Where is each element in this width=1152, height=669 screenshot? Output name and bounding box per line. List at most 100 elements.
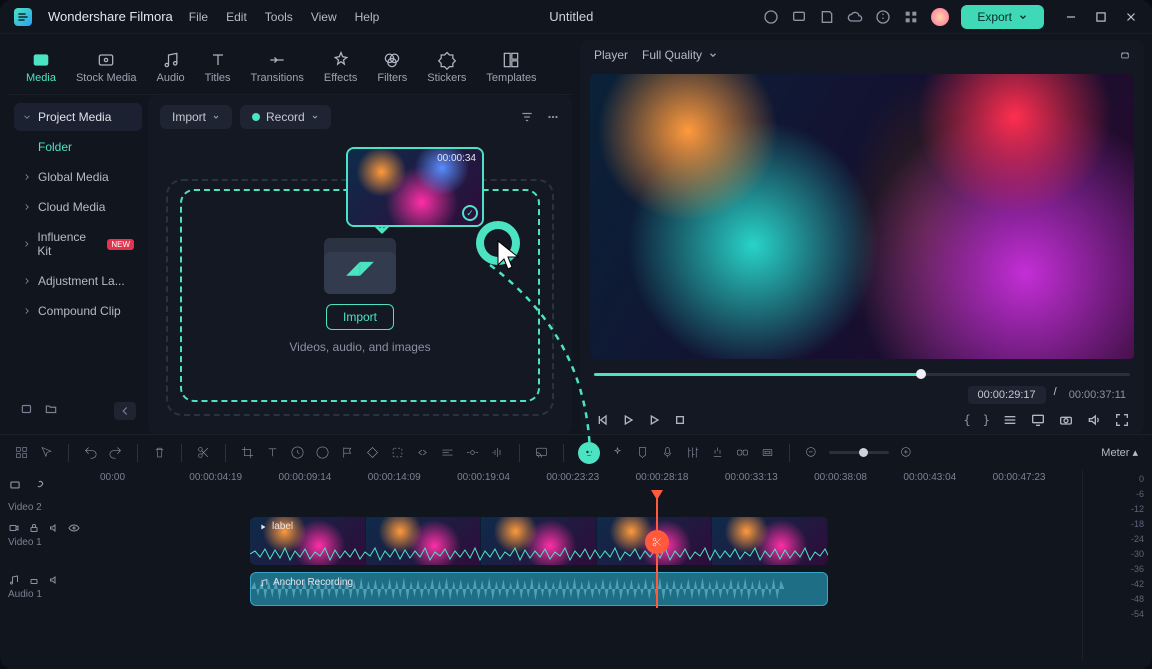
track-video2[interactable]	[100, 492, 1082, 512]
cloud-icon[interactable]	[847, 9, 863, 25]
sidebar-folder[interactable]: Folder	[14, 133, 142, 161]
history-icon[interactable]	[20, 402, 34, 420]
tab-media[interactable]: Media	[16, 44, 66, 90]
more-icon[interactable]	[546, 110, 560, 124]
visibility-icon[interactable]	[68, 522, 80, 534]
fullscreen-icon[interactable]	[1114, 412, 1130, 428]
camera-icon[interactable]	[1058, 412, 1074, 428]
timeline-ruler[interactable]: 00:00 00:00:04:19 00:00:09:14 00:00:14:0…	[100, 470, 1082, 492]
undo-icon[interactable]	[83, 445, 98, 460]
menu-tools[interactable]: Tools	[265, 10, 293, 24]
align-icon[interactable]	[440, 445, 455, 460]
sidebar-global-media[interactable]: Global Media	[14, 163, 142, 191]
maximize-icon[interactable]	[1094, 10, 1108, 24]
cut-handle[interactable]	[645, 530, 669, 554]
snapshot-icon[interactable]	[1120, 50, 1130, 60]
speed-icon[interactable]	[290, 445, 305, 460]
tab-stock-media[interactable]: Stock Media	[66, 44, 147, 90]
marker-icon[interactable]	[635, 445, 650, 460]
safe-zone-icon[interactable]	[760, 445, 775, 460]
import-dropdown[interactable]: Import	[160, 105, 232, 129]
lock-icon[interactable]	[28, 522, 40, 534]
list-icon[interactable]	[1002, 412, 1018, 428]
zoom-out-icon[interactable]	[804, 445, 819, 460]
text-icon[interactable]	[265, 445, 280, 460]
crop-icon[interactable]	[240, 445, 255, 460]
motion-icon[interactable]	[465, 445, 480, 460]
prev-frame-icon[interactable]	[594, 412, 610, 428]
import-button[interactable]: Import	[326, 304, 394, 330]
filter-icon[interactable]	[520, 110, 534, 124]
video-track-icon[interactable]	[8, 522, 20, 534]
circle-icon[interactable]	[763, 9, 779, 25]
zoom-in-icon[interactable]	[899, 445, 914, 460]
mute-icon[interactable]	[48, 574, 60, 586]
mixer-icon[interactable]	[685, 445, 700, 460]
transition-icon[interactable]	[415, 445, 430, 460]
preview-canvas[interactable]	[590, 74, 1134, 359]
import-dropzone[interactable]: ◢◤ Import Videos, audio, and images 00:0…	[166, 147, 554, 416]
avatar[interactable]	[931, 8, 949, 26]
seek-bar[interactable]	[594, 369, 1130, 378]
link-icon[interactable]	[32, 478, 46, 492]
tab-transitions[interactable]: Transitions	[241, 44, 314, 90]
track-audio1[interactable]: Anchor Recording	[100, 570, 1082, 608]
flag-icon[interactable]	[340, 445, 355, 460]
play-pause-icon[interactable]	[620, 412, 636, 428]
meter-toggle[interactable]: Meter ▴	[1101, 446, 1138, 459]
tab-templates[interactable]: Templates	[476, 44, 546, 90]
keyframe-icon[interactable]	[365, 445, 380, 460]
sidebar-cloud-media[interactable]: Cloud Media	[14, 193, 142, 221]
trash-icon[interactable]	[152, 445, 167, 460]
tab-effects[interactable]: Effects	[314, 44, 367, 90]
sidebar-compound-clip[interactable]: Compound Clip	[14, 297, 142, 325]
mic-icon[interactable]	[660, 445, 675, 460]
color-icon[interactable]	[315, 445, 330, 460]
audio-clip[interactable]: Anchor Recording	[250, 572, 828, 606]
scissors-icon[interactable]	[196, 445, 211, 460]
pointer-icon[interactable]	[39, 445, 54, 460]
menu-view[interactable]: View	[311, 10, 337, 24]
link-icon[interactable]	[735, 445, 750, 460]
volume-icon[interactable]	[1086, 412, 1102, 428]
ai-button[interactable]	[578, 442, 600, 464]
video-clip[interactable]: label	[250, 517, 828, 565]
mute-icon[interactable]	[48, 522, 60, 534]
cast-icon[interactable]	[534, 445, 549, 460]
menu-edit[interactable]: Edit	[226, 10, 247, 24]
layers-icon[interactable]	[8, 478, 22, 492]
save-icon[interactable]	[819, 9, 835, 25]
collapse-icon[interactable]	[114, 402, 136, 420]
brace-open-icon[interactable]: {	[964, 413, 971, 427]
sparkle-icon[interactable]	[610, 445, 625, 460]
clip-thumbnail[interactable]: 00:00:34 ✓	[346, 147, 484, 227]
minimize-icon[interactable]	[1064, 10, 1078, 24]
lock-icon[interactable]	[28, 574, 40, 586]
menu-help[interactable]: Help	[355, 10, 380, 24]
track-video1[interactable]: label	[100, 515, 1082, 567]
audio-track-icon[interactable]	[8, 574, 20, 586]
sidebar-influence-kit[interactable]: Influence KitNEW	[14, 223, 142, 265]
tab-stickers[interactable]: Stickers	[417, 44, 476, 90]
record-dropdown[interactable]: Record	[240, 105, 331, 129]
sidebar-adjustment-layer[interactable]: Adjustment La...	[14, 267, 142, 295]
magnet-icon[interactable]	[710, 445, 725, 460]
sidebar-project-media[interactable]: Project Media	[14, 103, 142, 131]
stop-icon[interactable]	[672, 412, 688, 428]
select-icon[interactable]	[390, 445, 405, 460]
export-button[interactable]: Export	[961, 5, 1044, 29]
monitor-icon[interactable]	[1030, 412, 1046, 428]
tab-audio[interactable]: Audio	[147, 44, 195, 90]
quality-select[interactable]: Full Quality	[642, 48, 718, 62]
brace-close-icon[interactable]: }	[983, 413, 990, 427]
apps-icon[interactable]	[903, 9, 919, 25]
menu-file[interactable]: File	[189, 10, 208, 24]
device-icon[interactable]	[791, 9, 807, 25]
audio-wave-icon[interactable]	[490, 445, 505, 460]
tab-filters[interactable]: Filters	[367, 44, 417, 90]
redo-icon[interactable]	[108, 445, 123, 460]
grid-icon[interactable]	[14, 445, 29, 460]
tab-titles[interactable]: Titles	[195, 44, 241, 90]
close-icon[interactable]	[1124, 10, 1138, 24]
folder-icon[interactable]	[44, 402, 58, 420]
